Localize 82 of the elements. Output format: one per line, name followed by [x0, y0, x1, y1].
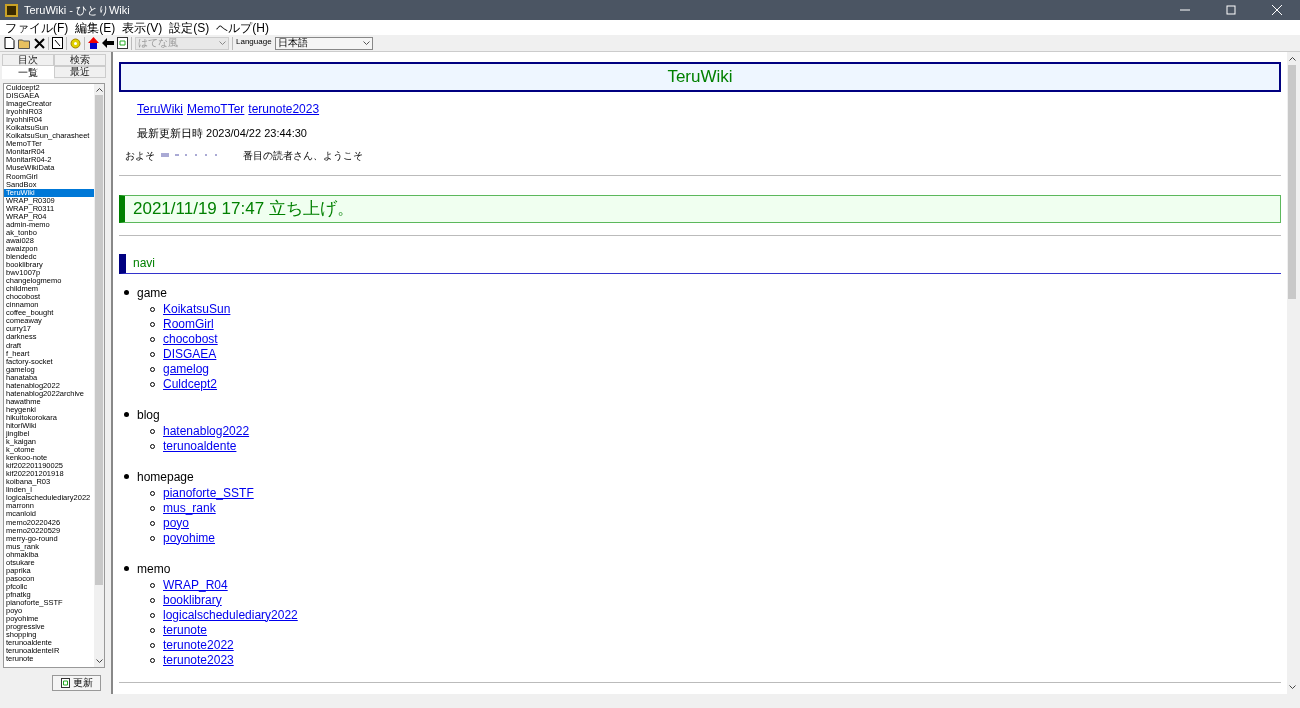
scrollbar[interactable]	[94, 84, 104, 667]
circle-bullet-icon	[150, 321, 155, 327]
new-file-icon[interactable]	[4, 37, 15, 49]
circle-bullet-icon	[150, 381, 155, 387]
chevron-down-icon	[219, 40, 226, 46]
page-link[interactable]: poyohime	[163, 530, 216, 546]
counter-prefix: およそ	[125, 148, 155, 163]
circle-bullet-icon	[150, 490, 155, 496]
scrollbar-thumb[interactable]	[1288, 65, 1296, 299]
page-title: TeruWiki	[667, 66, 733, 89]
page-link[interactable]: terunote2022	[163, 637, 234, 653]
bullet-icon	[124, 412, 129, 417]
circle-bullet-icon	[150, 627, 155, 633]
page-link[interactable]: DISGAEA	[163, 346, 217, 362]
app-icon	[5, 3, 18, 17]
circle-bullet-icon	[150, 443, 155, 449]
circle-bullet-icon	[150, 306, 155, 312]
tab[interactable]: 一覧	[2, 66, 54, 79]
circle-bullet-icon	[150, 428, 155, 434]
circle-bullet-icon	[150, 351, 155, 357]
circle-bullet-icon	[150, 597, 155, 603]
circle-bullet-icon	[150, 535, 155, 541]
page-link[interactable]: mus_rank	[163, 500, 216, 516]
tab[interactable]: 目次	[2, 54, 54, 66]
page-link[interactable]: RoomGirl	[163, 316, 214, 332]
menu-item[interactable]: 設定(S)	[169, 21, 210, 34]
list-label: homepage	[137, 468, 194, 486]
language-label: Language	[236, 36, 272, 48]
chevron-down-icon[interactable]	[1288, 685, 1296, 690]
page-link[interactable]: poyo	[163, 515, 190, 531]
refresh-button[interactable]: 更新	[52, 675, 101, 691]
bullet-icon	[124, 290, 129, 295]
circle-bullet-icon	[150, 366, 155, 372]
page-link[interactable]: TeruWiki	[137, 100, 183, 118]
page-link[interactable]: gamelog	[163, 361, 210, 377]
page-link[interactable]: pianoforte_SSTF	[163, 485, 254, 501]
tab[interactable]: 最近	[54, 66, 106, 78]
page-link[interactable]: chocobost	[163, 331, 218, 347]
page-link[interactable]: WRAP_R04	[163, 577, 228, 593]
last-updated-text: 最新更新日時 2023/04/22 23:44:30	[137, 126, 308, 141]
list-label: memo	[137, 560, 171, 578]
circle-bullet-icon	[150, 657, 155, 663]
delete-icon[interactable]	[34, 37, 45, 49]
circle-bullet-icon	[150, 336, 155, 342]
circle-bullet-icon	[150, 642, 155, 648]
section-heading: navi	[133, 255, 155, 272]
list-label: blog	[137, 406, 160, 424]
menu-item[interactable]: 表示(V)	[122, 21, 163, 34]
page-link[interactable]: booklibrary	[163, 592, 222, 608]
circle-bullet-icon	[150, 520, 155, 526]
scrollbar-thumb[interactable]	[95, 95, 103, 585]
page-link[interactable]: Culdcept2	[163, 376, 218, 392]
window-title: TeruWiki - ひとりWiki	[24, 2, 130, 18]
list-label: game	[137, 284, 168, 302]
chevron-up-icon[interactable]	[95, 87, 103, 92]
page-link[interactable]: terunoaldente	[163, 438, 237, 454]
bullet-icon	[124, 474, 129, 479]
page-link[interactable]: logicalschedulediary2022	[163, 607, 298, 623]
bullet-icon	[124, 566, 129, 571]
back-arrow-icon[interactable]	[102, 38, 114, 48]
chevron-down-icon[interactable]	[95, 659, 103, 664]
circle-bullet-icon	[150, 582, 155, 588]
chevron-up-icon[interactable]	[1288, 56, 1296, 61]
menu-item[interactable]: ファイル(F)	[5, 21, 69, 34]
tab[interactable]: 検索	[54, 54, 106, 66]
entry-heading: 2021/11/19 17:47 立ち上げ。	[133, 197, 354, 220]
folder-icon[interactable]	[18, 37, 31, 49]
circle-bullet-icon	[150, 505, 155, 511]
menu-item[interactable]: ヘルプ(H)	[216, 21, 269, 34]
chevron-down-icon	[362, 40, 370, 46]
page-link[interactable]: MemoTTer	[187, 100, 245, 118]
page-link[interactable]: terunote	[163, 622, 208, 638]
page-link[interactable]: KoikatsuSun	[163, 301, 231, 317]
menu-item[interactable]: 編集(E)	[75, 21, 116, 34]
page-link[interactable]: terunote2023	[163, 652, 234, 668]
home-icon[interactable]	[88, 37, 99, 49]
page-link[interactable]: terunote2023	[248, 100, 320, 118]
document-icon[interactable]	[52, 37, 63, 49]
language-dropdown[interactable]: 日本語	[274, 36, 373, 50]
counter-suffix: 番目の読者さん、ようこそ	[243, 148, 363, 163]
page-link[interactable]: hatenablog2022	[163, 423, 250, 439]
circle-bullet-icon	[150, 612, 155, 618]
